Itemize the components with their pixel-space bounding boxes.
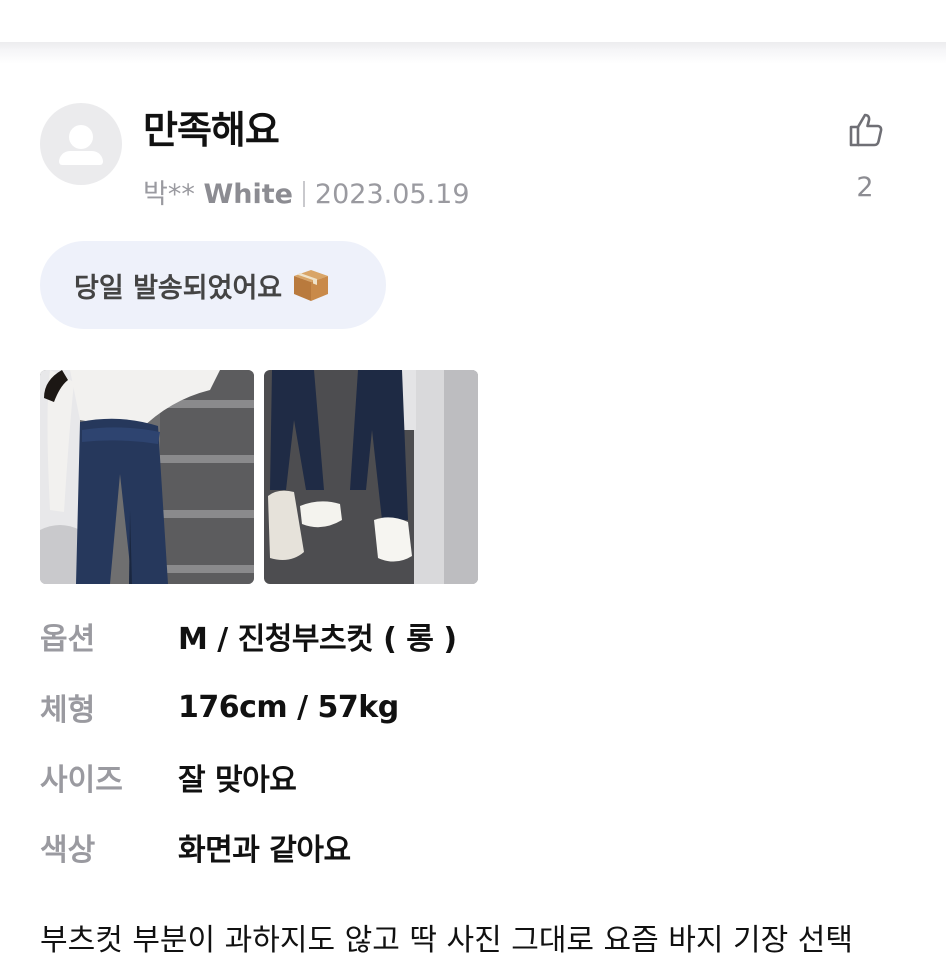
option-label: 사이즈	[40, 763, 123, 798]
meta-separator	[302, 181, 305, 207]
like-button[interactable]	[846, 110, 886, 150]
option-value: 176cm / 57kg	[178, 689, 399, 725]
review-meta: 박** White 2023.05.19	[143, 172, 470, 211]
option-label: 옵션	[40, 622, 96, 657]
package-icon	[292, 268, 330, 302]
option-row-size: 사이즈 잘 맞아요	[40, 752, 297, 802]
reviewer-name: 박**	[143, 179, 195, 210]
review-title: 만족해요	[143, 108, 280, 152]
option-value: M / 진청부츠컷 ( 롱 )	[178, 622, 457, 657]
shipping-tag: 당일 발송되었어요	[40, 241, 386, 329]
avatar	[40, 103, 122, 185]
review-body: 부츠컷 부분이 과하지도 않고 딱 사진 그대로 요즘 바지 기장 선택	[40, 923, 853, 958]
like-count: 2	[856, 172, 874, 203]
review-photo-2[interactable]	[264, 370, 478, 584]
option-label: 색상	[40, 833, 96, 868]
avatar-head	[69, 125, 93, 149]
divider	[0, 42, 946, 64]
purchased-color: White	[203, 179, 293, 210]
shipping-tag-label: 당일 발송되었어요	[74, 272, 283, 304]
option-label: 체형	[40, 693, 96, 728]
option-row-color: 색상 화면과 같아요	[40, 822, 351, 872]
option-value: 화면과 같아요	[178, 833, 351, 868]
option-value: 잘 맞아요	[178, 763, 297, 798]
option-row-body-type: 체형 176cm / 57kg	[40, 682, 399, 732]
review-date: 2023.05.19	[314, 179, 470, 210]
option-row-option: 옵션 M / 진청부츠컷 ( 롱 )	[40, 611, 457, 661]
thumbs-up-icon	[849, 113, 883, 147]
avatar-body	[59, 151, 103, 165]
review-photo-1[interactable]	[40, 370, 254, 584]
